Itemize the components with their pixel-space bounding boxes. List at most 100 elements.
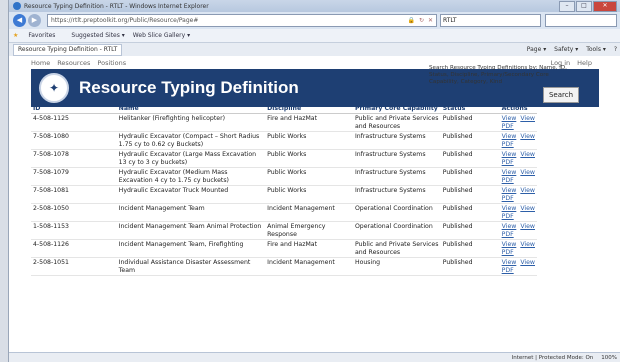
row-id: 7-508-1080: [31, 131, 117, 150]
row-id: 1-508-1153: [31, 221, 117, 240]
row-name: Incident Management Team Animal Protecti…: [116, 221, 266, 240]
refresh-icon[interactable]: ↻: [419, 17, 424, 24]
view-link[interactable]: View: [502, 205, 517, 212]
favorites-bar: ★ Favorites Suggested Sites ▾ Web Slice …: [9, 29, 620, 43]
row-discipline: Animal Emergency Response: [265, 221, 353, 240]
row-status: Published: [440, 203, 500, 222]
row-name: Individual Assistance Disaster Assessmen…: [116, 257, 266, 276]
zoom-level[interactable]: 100%: [601, 355, 617, 361]
view-link[interactable]: View: [502, 133, 517, 140]
address-bar: ◀ ▶ https://rtlt.preptoolkit.org/Public/…: [9, 12, 620, 29]
row-status: Published: [440, 149, 500, 168]
table-row: 2-508-1050 Incident Management Team Incide…: [31, 203, 537, 222]
view-link[interactable]: View: [502, 241, 517, 248]
address-text: https://rtlt.preptoolkit.org/Public/Reso…: [51, 17, 199, 24]
web-slice-gallery-link[interactable]: Web Slice Gallery ▾: [133, 32, 190, 39]
suggested-sites-link[interactable]: Suggested Sites ▾: [71, 32, 124, 39]
search-button[interactable]: Search: [543, 87, 579, 103]
browser-tab[interactable]: RTLT: [440, 14, 541, 27]
row-actions: View View PDF: [499, 257, 537, 276]
view-link[interactable]: View: [502, 115, 517, 122]
page-menu[interactable]: Page ▾: [527, 46, 546, 53]
forward-button[interactable]: ▶: [28, 14, 41, 27]
favorites-button[interactable]: ★ Favorites: [13, 32, 63, 39]
address-input[interactable]: https://rtlt.preptoolkit.org/Public/Reso…: [47, 14, 437, 27]
window-title: Resource Typing Definition - RTLT - Wind…: [24, 2, 209, 10]
view-link[interactable]: View: [502, 169, 517, 176]
row-capability: Operational Coordination: [352, 221, 441, 240]
row-discipline: Fire and HazMat: [265, 239, 353, 258]
star-icon: ★: [13, 32, 19, 39]
title-bar: Resource Typing Definition - RTLT - Wind…: [9, 0, 620, 12]
maximize-button[interactable]: □: [576, 0, 592, 12]
row-actions: View View PDF: [499, 203, 537, 222]
header-id[interactable]: ID: [31, 103, 117, 114]
tools-menu[interactable]: Tools ▾: [586, 46, 606, 53]
nav-resources[interactable]: Resources: [57, 59, 90, 67]
table-row: 4-508-1125 Helitanker (Firefighting helic…: [31, 113, 537, 132]
row-id: 2-508-1050: [31, 203, 117, 222]
row-id: 4-508-1125: [31, 113, 117, 132]
dhs-seal-icon: ✦: [39, 73, 69, 103]
header-discipline[interactable]: Discipline: [265, 103, 353, 114]
view-link[interactable]: View: [502, 151, 517, 158]
row-id: 7-508-1078: [31, 149, 117, 168]
row-id: 4-508-1126: [31, 239, 117, 258]
help-icon[interactable]: ?: [614, 46, 617, 53]
safety-menu[interactable]: Safety ▾: [554, 46, 578, 53]
row-discipline: Public Works: [265, 167, 353, 186]
row-actions: View View PDF: [499, 113, 537, 132]
page-tab[interactable]: Resource Typing Definition - RTLT: [13, 43, 123, 56]
row-capability: Public and Private Services and Resource…: [352, 113, 441, 132]
table-row: 7-508-1078 Hydraulic Excavator (Large Mas…: [31, 149, 537, 168]
row-status: Published: [440, 167, 500, 186]
row-id: 7-508-1081: [31, 185, 117, 204]
table-header-row: ID Name Discipline Primary Core Capabili…: [31, 103, 537, 114]
header-actions: Actions: [499, 103, 537, 114]
ie-logo-icon: [13, 2, 21, 10]
back-button[interactable]: ◀: [13, 14, 26, 27]
nav-positions[interactable]: Positions: [97, 59, 126, 67]
view-link[interactable]: View: [502, 259, 517, 266]
row-id: 2-508-1051: [31, 257, 117, 276]
minimize-button[interactable]: –: [559, 0, 575, 12]
row-actions: View View PDF: [499, 149, 537, 168]
row-capability: Infrastructure Systems: [352, 149, 441, 168]
row-name: Helitanker (Firefighting helicopter): [116, 113, 266, 132]
row-actions: View View PDF: [499, 221, 537, 240]
row-discipline: Incident Management: [265, 203, 353, 222]
stop-icon[interactable]: ✕: [428, 17, 433, 24]
row-name: Hydraulic Excavator (Large Mass Excavati…: [116, 149, 266, 168]
row-name: Hydraulic Excavator (Compact – Short Rad…: [116, 131, 266, 150]
search-help-text: Search Resource Typing Definitions by: N…: [429, 65, 567, 85]
browser-window: Resource Typing Definition - RTLT - Wind…: [8, 0, 620, 362]
row-status: Published: [440, 131, 500, 150]
table-row: 7-508-1081 Hydraulic Excavator Truck Moun…: [31, 185, 537, 204]
close-button[interactable]: ✕: [593, 0, 617, 12]
header-name[interactable]: Name: [116, 103, 266, 114]
lock-icon[interactable]: 🔒: [407, 17, 414, 24]
header-status[interactable]: Status: [440, 103, 500, 114]
table-row: 1-508-1153 Incident Management Team Anima…: [31, 221, 537, 240]
row-status: Published: [440, 257, 500, 276]
table-row: 2-508-1051 Individual Assistance Disaster…: [31, 257, 537, 276]
row-name: Incident Management Team, Firefighting: [116, 239, 266, 258]
row-capability: Housing: [352, 257, 441, 276]
row-name: Hydraulic Excavator (Medium Mass Excavat…: [116, 167, 266, 186]
table-row: 7-508-1079 Hydraulic Excavator (Medium Ma…: [31, 167, 537, 186]
table-row: 7-508-1080 Hydraulic Excavator (Compact –…: [31, 131, 537, 150]
row-status: Published: [440, 221, 500, 240]
view-link[interactable]: View: [502, 187, 517, 194]
row-discipline: Fire and HazMat: [265, 113, 353, 132]
row-status: Published: [440, 239, 500, 258]
header-capability[interactable]: Primary Core Capability: [352, 103, 441, 114]
view-link[interactable]: View: [502, 223, 517, 230]
row-capability: Infrastructure Systems: [352, 167, 441, 186]
command-bar: Resource Typing Definition - RTLT Page ▾…: [9, 43, 620, 57]
help-link[interactable]: Help: [577, 59, 592, 67]
table-row: 4-508-1126 Incident Management Team, Fire…: [31, 239, 537, 258]
browser-search-input[interactable]: [545, 14, 617, 27]
row-status: Published: [440, 113, 500, 132]
nav-home[interactable]: Home: [31, 59, 50, 67]
page-title: Resource Typing Definition: [79, 78, 299, 97]
